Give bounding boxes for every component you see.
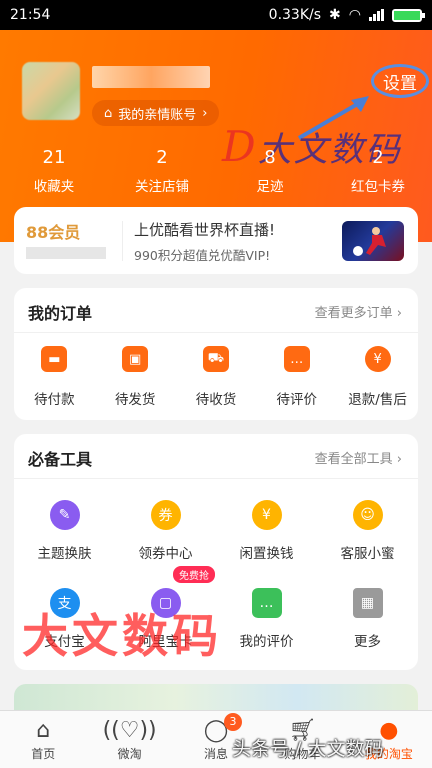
order-pending-shipment[interactable]: ▣ 待发货 xyxy=(95,346,176,408)
orders-title: 我的订单 xyxy=(28,304,93,323)
promo-subtitle: 990积分超值兑优酷VIP! xyxy=(134,248,271,263)
order-refund[interactable]: ¥ 退款/售后 xyxy=(337,346,418,408)
tool-theme-skin[interactable]: ✎ 主题换肤 xyxy=(14,500,115,588)
comment-icon: … xyxy=(283,346,310,372)
wifi-icon: ◠ xyxy=(348,7,361,23)
package-icon: ▣ xyxy=(122,346,149,372)
tab-home[interactable]: ⌂ 首页 xyxy=(0,711,86,768)
order-pending-payment[interactable]: ▬ 待付款 xyxy=(14,346,95,408)
broadcast-icon: ((♡)) xyxy=(102,717,157,743)
free-grab-tag: 免费抢 xyxy=(173,566,215,583)
view-all-orders-link[interactable]: 查看更多订单 › xyxy=(315,302,402,321)
avatar[interactable] xyxy=(22,62,80,120)
status-bar: 21:54 0.33K/s ✱ ◠ xyxy=(0,0,432,30)
home-icon: ⌂ xyxy=(36,717,51,743)
chevron-right-icon: › xyxy=(202,105,208,121)
wallet-icon: ▬ xyxy=(41,346,68,372)
orders-card: 我的订单 查看更多订单 › ▬ 待付款 ▣ 待发货 ⛟ 待收货 … 待评价 ¥ … xyxy=(14,288,418,420)
order-pending-review[interactable]: … 待评价 xyxy=(256,346,337,408)
overlay-watermark: 大文数码 xyxy=(22,609,222,663)
network-speed: 0.33K/s xyxy=(268,7,322,23)
coupon-icon: 券 xyxy=(150,500,181,530)
stat-favorites[interactable]: 21 收藏夹 xyxy=(0,145,108,195)
stat-followed-shops[interactable]: 2 关注店铺 xyxy=(108,145,216,195)
stats-row: 21 收藏夹 2 关注店铺 8 足迹 2 红包卡券 xyxy=(0,145,432,195)
service-icon: ☺ xyxy=(352,500,383,530)
member-info-blurred xyxy=(26,247,106,259)
divider xyxy=(14,332,418,333)
refund-icon: ¥ xyxy=(364,346,391,372)
promo-thumbnail[interactable] xyxy=(342,221,404,261)
settings-button[interactable]: 设置 xyxy=(371,64,429,98)
review-icon: … xyxy=(251,588,282,618)
tool-idle-exchange[interactable]: ¥ 闲置换钱 xyxy=(216,500,317,588)
family-account-button[interactable]: ⌂ 我的亲情账号 › xyxy=(92,100,220,126)
stat-footprints[interactable]: 8 足迹 xyxy=(216,145,324,195)
member-card[interactable]: 88会员 上优酷看世界杯直播! 990积分超值兑优酷VIP! xyxy=(14,207,418,274)
battery-icon xyxy=(392,8,425,22)
message-badge: 3 xyxy=(224,713,243,731)
grid-icon: ▦ xyxy=(352,588,383,618)
palette-icon: ✎ xyxy=(49,500,80,530)
tool-my-reviews[interactable]: … 我的评价 xyxy=(216,588,317,676)
tool-more[interactable]: ▦ 更多 xyxy=(317,588,418,676)
divider xyxy=(122,221,123,261)
clock: 21:54 xyxy=(10,7,51,23)
bottom-watermark: 头条号 / 大文数码 xyxy=(232,738,384,760)
order-pending-receipt[interactable]: ⛟ 待收货 xyxy=(176,346,257,408)
username-blurred xyxy=(92,66,210,88)
member-badge: 88会员 xyxy=(26,223,81,242)
divider xyxy=(14,478,418,479)
family-icon: ⌂ xyxy=(104,105,113,121)
bluetooth-icon: ✱ xyxy=(329,7,341,23)
signal-icon xyxy=(369,9,384,21)
soccer-player-icon xyxy=(353,227,386,256)
tab-weitao[interactable]: ((♡)) 微淘 xyxy=(86,711,172,768)
truck-icon: ⛟ xyxy=(202,346,229,372)
tool-customer-service[interactable]: ☺ 客服小蜜 xyxy=(317,500,418,588)
stat-coupons[interactable]: 2 红包卡券 xyxy=(324,145,432,195)
promo-title: 上优酷看世界杯直播! xyxy=(134,221,276,239)
view-all-tools-link[interactable]: 查看全部工具 › xyxy=(315,448,402,467)
tools-title: 必备工具 xyxy=(28,450,93,469)
yen-icon: ¥ xyxy=(251,500,282,530)
